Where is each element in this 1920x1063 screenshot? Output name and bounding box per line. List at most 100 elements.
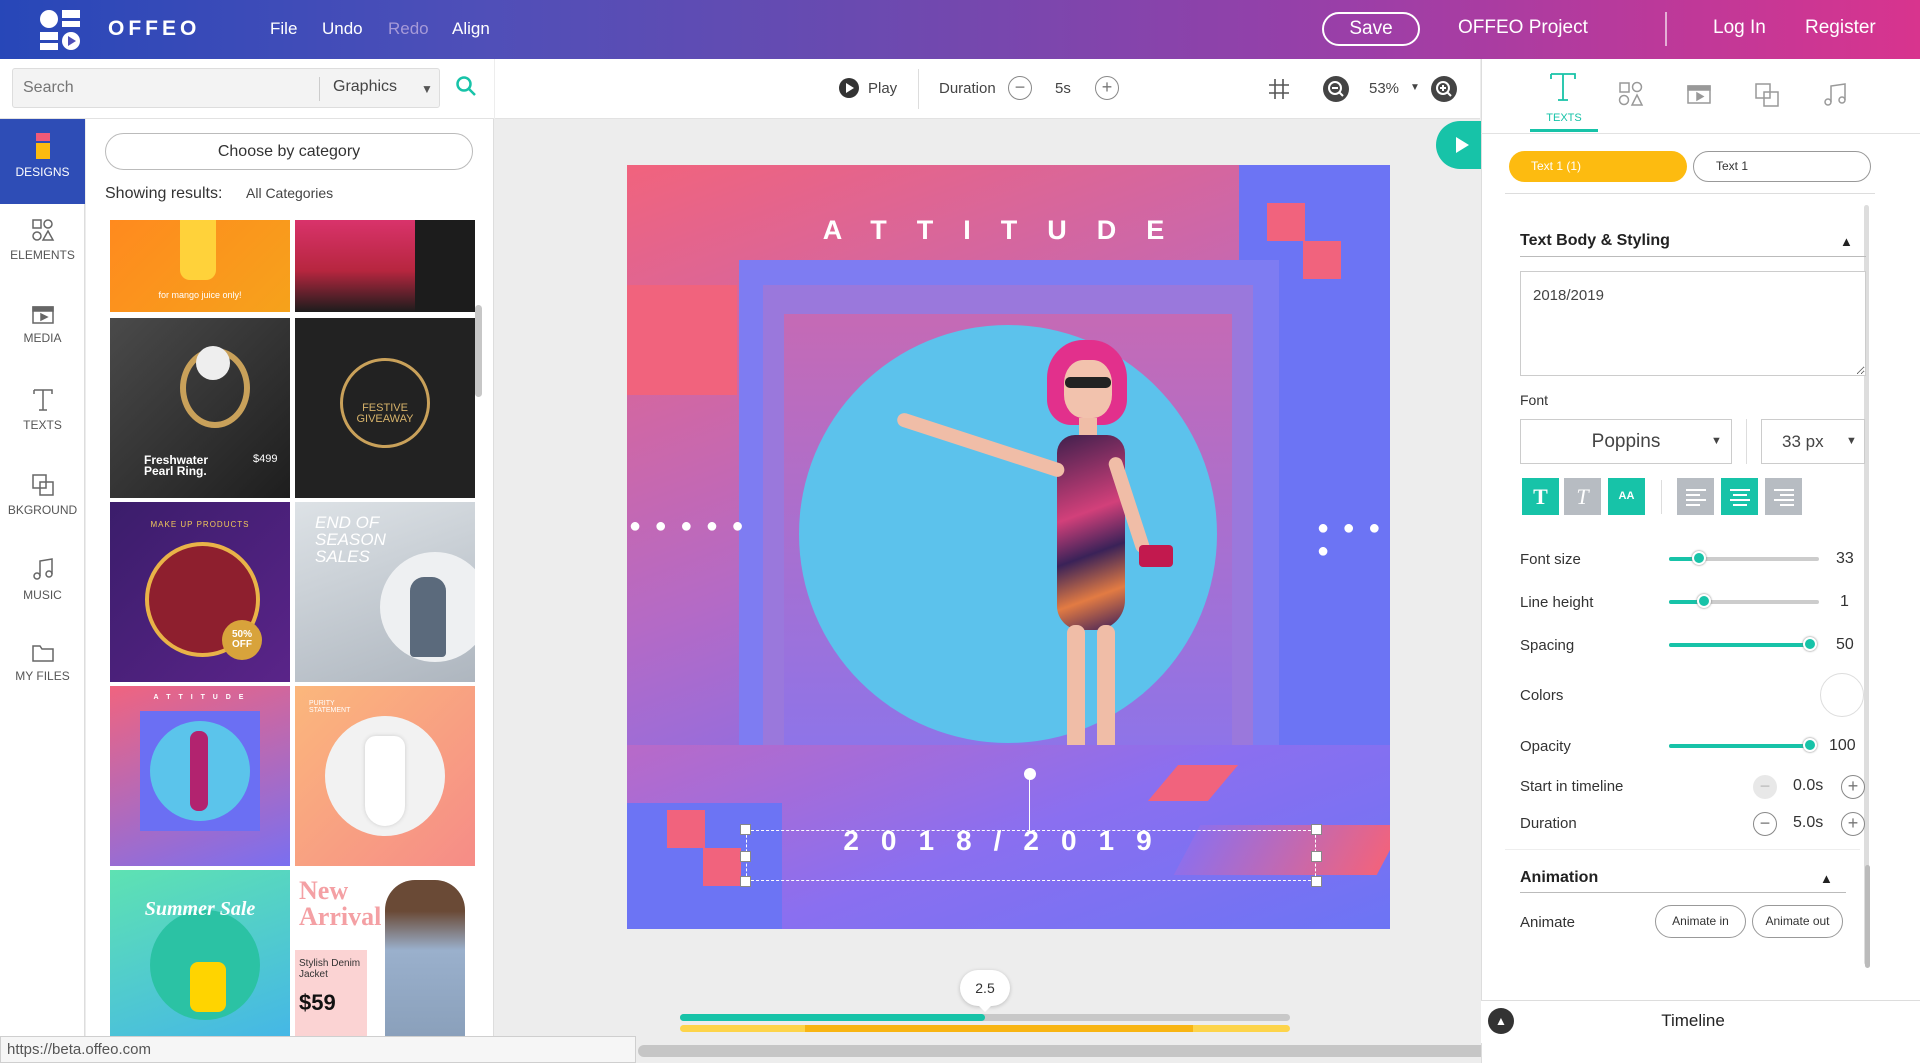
section-line [1520,892,1846,893]
collapse-icon[interactable]: ▲ [1840,234,1853,249]
category-select[interactable]: Graphics [333,78,397,96]
spacing-knob[interactable] [1803,637,1817,651]
timeline-progress [680,1014,985,1021]
rail-item-background[interactable]: BKGROUND [0,459,85,544]
duration-minus-button-right[interactable]: − [1753,812,1777,836]
bold-text-button[interactable]: T [1522,478,1559,515]
tab-texts[interactable]: TEXTS [1530,112,1598,124]
align-center-button[interactable] [1721,478,1758,515]
photo-circle[interactable] [799,325,1217,743]
rail-item-media[interactable]: MEDIA [0,289,85,374]
text-body-input[interactable]: 2018/2019 [1520,271,1866,376]
zoom-in-icon[interactable] [1430,75,1458,103]
template-thumb[interactable]: MAKE UP PRODUCTS 50% OFF [110,502,290,682]
panel-scrollbar[interactable] [475,305,482,397]
align-left-icon [1685,489,1706,506]
font-size-label: Font size [1520,551,1581,568]
rail-item-my-files[interactable]: MY FILES [0,629,85,714]
template-thumb[interactable]: for mango juice only! [110,220,290,312]
menu-undo[interactable]: Undo [322,19,363,39]
timeline-label[interactable]: Timeline [1481,1011,1905,1031]
choose-category-button[interactable]: Choose by category [105,133,473,170]
duration-plus-button[interactable]: + [1095,76,1119,100]
template-thumb[interactable] [295,220,475,312]
zoom-out-icon[interactable] [1322,75,1350,103]
animate-in-button[interactable]: Animate in [1655,905,1746,938]
opacity-knob[interactable] [1803,738,1817,752]
login-link[interactable]: Log In [1713,17,1766,39]
search-input[interactable] [23,69,323,107]
canvas-year-text[interactable]: 2018/2019 [627,825,1390,857]
tab-divider [1481,133,1920,134]
background-tab-icon[interactable] [1754,82,1780,108]
format-divider [1661,480,1662,514]
menu-align[interactable]: Align [452,19,490,39]
line-height-knob[interactable] [1697,594,1711,608]
zoom-level[interactable]: 53% [1369,80,1399,97]
play-icon [1456,137,1469,153]
thumb-text: A T T I T U D E [153,694,247,701]
font-family-select[interactable]: Poppins ▼ [1520,419,1732,464]
color-swatch[interactable] [1820,673,1864,717]
zoom-caret-icon[interactable]: ▼ [1410,82,1420,93]
rail-item-music[interactable]: MUSIC [0,544,85,629]
layer-tab-active[interactable]: Text 1 (1) [1509,151,1687,182]
rotate-handle[interactable] [1024,768,1036,780]
rail-label: MEDIA [23,331,62,345]
align-right-button[interactable] [1765,478,1802,515]
font-px-select[interactable]: 33 px ▼ [1761,419,1865,464]
rail-item-elements[interactable]: ELEMENTS [0,204,85,289]
menu-redo[interactable]: Redo [388,19,429,39]
elements-tab-icon[interactable] [1618,81,1644,107]
rail-label: MUSIC [23,588,62,602]
play-icon[interactable] [838,77,860,99]
grid-icon[interactable] [1268,78,1290,100]
align-left-button[interactable] [1677,478,1714,515]
caret-down-icon[interactable]: ▼ [421,82,433,96]
template-thumb[interactable]: END OF SEASON SALES [295,502,475,682]
template-thumb[interactable]: FESTIVE GIVEAWAY [295,318,475,498]
template-thumb[interactable]: A T T I T U D E [110,686,290,866]
template-thumb[interactable]: Summer Sale [110,870,290,1036]
texts-tab-icon[interactable] [1549,72,1577,102]
media-tab-icon[interactable] [1686,83,1712,105]
play-button[interactable]: Play [868,80,897,97]
search-icon[interactable] [455,75,477,97]
thumb-text: END OF SEASON SALES [315,513,386,566]
timeline-layer-clip[interactable] [805,1025,1193,1032]
font-size-knob[interactable] [1692,551,1706,565]
folder-icon [31,645,54,662]
canvas-title-text[interactable]: ATTITUDE [627,215,1390,246]
music-tab-icon[interactable] [1823,82,1847,108]
duration-plus-button-right[interactable]: + [1841,812,1865,836]
layer-tab[interactable]: Text 1 [1693,151,1871,182]
font-divider [1746,419,1747,464]
offeo-logo-icon[interactable] [38,8,82,52]
collapse-icon[interactable]: ▲ [1820,871,1833,886]
opacity-slider[interactable] [1669,744,1814,748]
start-plus-button[interactable]: + [1841,775,1865,799]
start-minus-button[interactable]: − [1753,775,1777,799]
line-height-slider[interactable] [1669,600,1819,604]
animate-out-button[interactable]: Animate out [1752,905,1843,938]
register-link[interactable]: Register [1805,17,1876,39]
resize-handle[interactable] [740,876,751,887]
spacing-slider[interactable] [1669,643,1814,647]
italic-text-button[interactable]: T [1564,478,1601,515]
uppercase-button[interactable]: AA [1608,478,1645,515]
rail-item-texts[interactable]: TEXTS [0,374,85,459]
project-name[interactable]: OFFEO Project [1458,17,1588,39]
menu-file[interactable]: File [270,19,297,39]
resize-handle[interactable] [1311,876,1322,887]
thumb-price: $499 [253,453,278,465]
duration-minus-button[interactable]: − [1008,76,1032,100]
template-thumb[interactable]: Freshwater Pearl Ring. $499 [110,318,290,498]
colors-label: Colors [1520,687,1564,704]
template-thumb[interactable]: PURITY STATEMENT [295,686,475,866]
properties-scroll-thumb[interactable] [1865,865,1870,968]
save-button[interactable]: Save [1322,12,1420,46]
preview-play-button[interactable] [1436,121,1484,169]
design-canvas[interactable]: ATTITUDE ● ● ● ● ● ● ● ● ● 2018/2019 [627,165,1390,929]
template-thumb[interactable]: New Arrival Stylish Denim Jacket $59 [295,870,475,1036]
rail-item-designs[interactable]: DESIGNS [0,119,85,204]
